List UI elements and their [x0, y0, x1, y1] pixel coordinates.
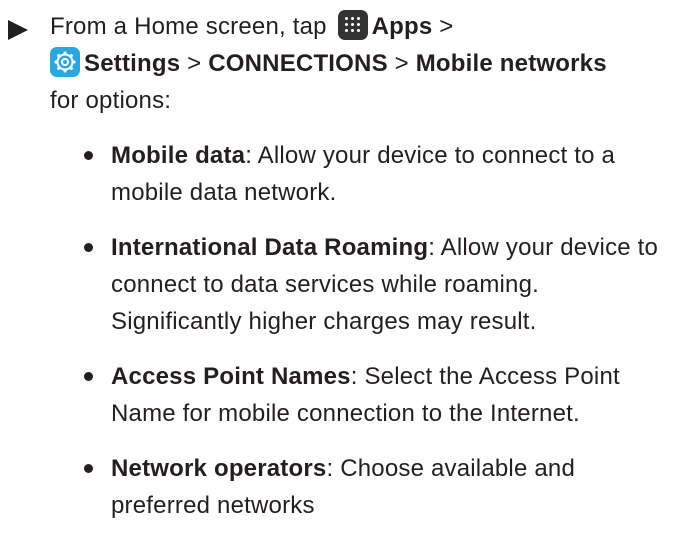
connections-label: CONNECTIONS	[208, 50, 388, 77]
options-list: Mobile data: Allow your device to connec…	[84, 137, 674, 542]
list-item: International Data Roaming: Allow your d…	[84, 229, 674, 340]
bullet-icon	[84, 151, 93, 160]
apps-label: Apps	[371, 13, 433, 40]
bullet-icon	[84, 372, 93, 381]
instruction-tail: for options:	[50, 87, 172, 114]
mobile-networks-label: Mobile networks	[415, 50, 607, 77]
option-term: Network operators	[111, 455, 327, 482]
list-item-content: Network operators: Choose available and …	[84, 450, 674, 524]
list-item: Network operators: Choose available and …	[84, 450, 674, 524]
bullet-icon	[84, 243, 93, 252]
list-item-content: International Data Roaming: Allow your d…	[84, 229, 674, 340]
list-item: Access Point Names: Select the Access Po…	[84, 358, 674, 432]
bullet-icon	[84, 464, 93, 473]
instruction-lead: From a Home screen, tap	[50, 13, 327, 40]
separator: >	[387, 50, 416, 77]
option-term: Access Point Names	[111, 363, 351, 390]
list-item-content: Mobile data: Allow your device to connec…	[84, 137, 674, 211]
separator: >	[432, 13, 454, 40]
separator: >	[180, 50, 209, 77]
manual-page: From a Home screen, tap Apps > Settings …	[0, 0, 683, 549]
list-item-content: Access Point Names: Select the Access Po…	[84, 358, 674, 432]
option-term: International Data Roaming	[111, 234, 429, 261]
settings-icon	[50, 47, 80, 77]
apps-icon	[337, 10, 368, 40]
settings-label: Settings	[84, 50, 181, 77]
option-term: Mobile data	[111, 142, 246, 169]
instruction-text: From a Home screen, tap Apps > Settings …	[50, 8, 630, 119]
list-item: Mobile data: Allow your device to connec…	[84, 137, 674, 211]
arrow-icon	[8, 20, 28, 40]
